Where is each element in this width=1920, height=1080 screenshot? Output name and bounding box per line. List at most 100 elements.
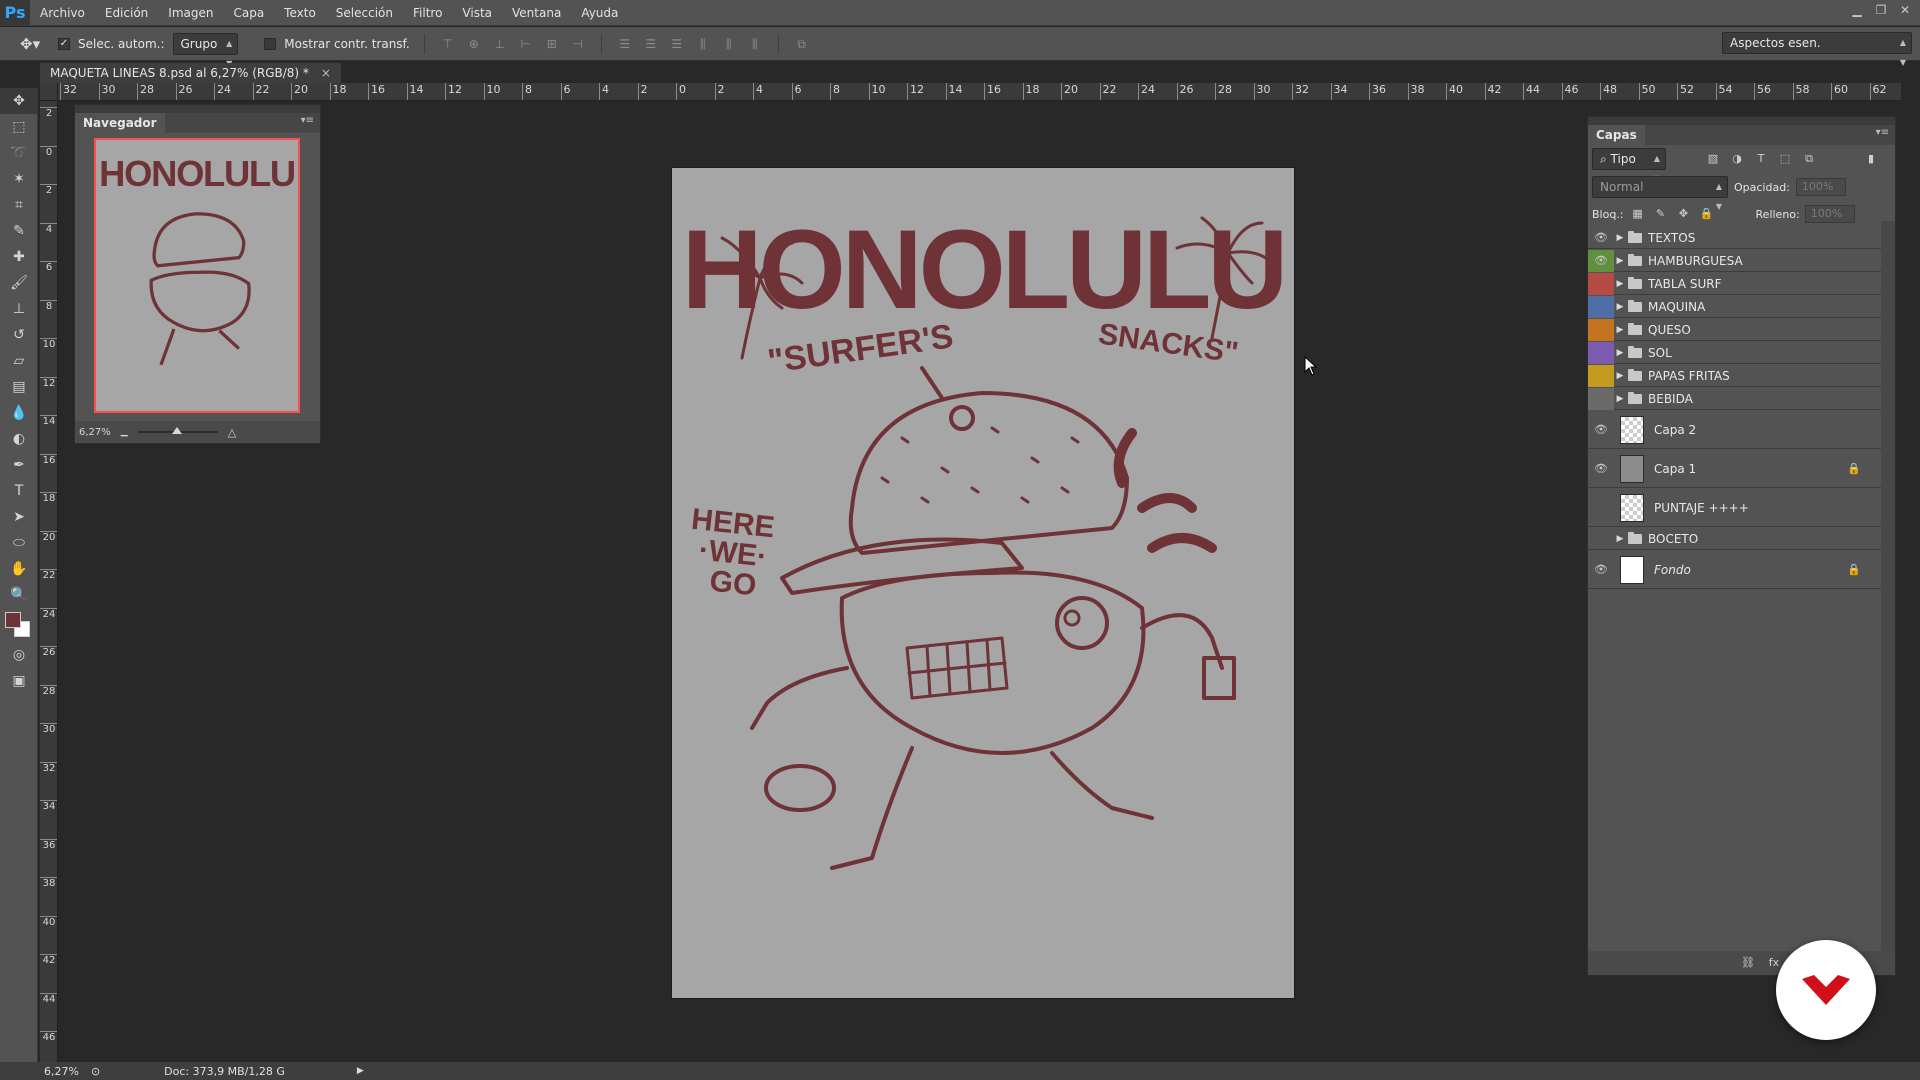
- visibility-eye-icon[interactable]: 👁: [1588, 249, 1614, 272]
- lock-all-icon[interactable]: 🔒: [1698, 206, 1716, 222]
- menu-item-vista[interactable]: Vista: [452, 0, 502, 26]
- expand-arrow-icon[interactable]: ▶: [1614, 302, 1626, 312]
- zoom-tool-icon[interactable]: 🔍: [0, 582, 38, 608]
- visibility-eye-icon[interactable]: 👁: [1588, 227, 1614, 249]
- show-transform-checkbox[interactable]: [264, 37, 277, 50]
- distribute-vcenter-icon[interactable]: ☰: [642, 36, 660, 52]
- fill-field[interactable]: 100%: [1804, 205, 1855, 223]
- visibility-eye-icon[interactable]: 👁: [1588, 411, 1614, 449]
- visibility-off-icon[interactable]: [1588, 272, 1614, 295]
- crop-tool-icon[interactable]: ⌗: [0, 192, 38, 218]
- panel-menu-icon[interactable]: ▾≡: [301, 115, 314, 126]
- filter-type-icon[interactable]: T: [1752, 151, 1770, 167]
- panel-grip[interactable]: [75, 105, 320, 113]
- layer-group-row[interactable]: ▶ BOCETO: [1588, 528, 1881, 550]
- hand-tool-icon[interactable]: ✋: [0, 556, 38, 582]
- history-brush-tool-icon[interactable]: ↺: [0, 322, 38, 348]
- document-canvas[interactable]: HONOLULU "SURFER'S SNACKS" HERE ·WE· GO: [672, 168, 1294, 998]
- filter-toggle-icon[interactable]: ▮: [1862, 151, 1880, 167]
- auto-select-target-dropdown[interactable]: Grupo ▲▼: [172, 32, 239, 68]
- dodge-tool-icon[interactable]: ◐: [0, 426, 38, 452]
- restore-icon[interactable]: ❐: [1874, 3, 1888, 17]
- layer-group-row[interactable]: 👁 ▶ HAMBURGUESA: [1588, 249, 1881, 272]
- layer-row[interactable]: PUNTAJE ++++: [1588, 489, 1881, 527]
- layer-group-row[interactable]: ▶ BEBIDA: [1588, 387, 1881, 410]
- status-menu-arrow-icon[interactable]: ▶: [357, 1066, 364, 1076]
- filter-pixel-icon[interactable]: ▧: [1704, 151, 1722, 167]
- status-zoom[interactable]: 6,27%: [44, 1065, 79, 1078]
- color-swatches[interactable]: [0, 608, 38, 642]
- distribute-bottom-icon[interactable]: ☰: [668, 36, 686, 52]
- layer-row[interactable]: 👁 Capa 1 🔒: [1588, 450, 1881, 488]
- visibility-off-icon[interactable]: [1588, 387, 1614, 410]
- menu-item-imagen[interactable]: Imagen: [158, 0, 223, 26]
- clone-stamp-tool-icon[interactable]: ⊥: [0, 296, 38, 322]
- visibility-eye-icon[interactable]: 👁: [1588, 551, 1614, 589]
- expand-arrow-icon[interactable]: ▶: [1614, 348, 1626, 358]
- move-tool-preset-icon[interactable]: ✥▾: [20, 35, 50, 53]
- marquee-tool-icon[interactable]: ⬚: [0, 114, 38, 140]
- blend-mode-dropdown[interactable]: Normal ▲ ▼: [1592, 176, 1728, 211]
- distribute-right-icon[interactable]: ⫼: [746, 36, 764, 52]
- gradient-tool-icon[interactable]: ▤: [0, 374, 38, 400]
- move-tool-icon[interactable]: ✥: [0, 88, 38, 114]
- document-tab[interactable]: MAQUETA LINEAS 8.psd al 6,27% (RGB/8) * …: [40, 63, 341, 83]
- quick-mask-icon[interactable]: ◎: [0, 642, 38, 668]
- horizontal-ruler[interactable]: 32 30 28 26 24 22 20 18 16 14 12 10 8 6 4 2 0 2 4 6 8 10 12 14 1…: [58, 83, 1901, 101]
- zoom-in-icon[interactable]: △: [228, 426, 236, 439]
- menu-item-ventana[interactable]: Ventana: [502, 0, 571, 26]
- layer-group-row[interactable]: ▶ MAQUINA: [1588, 295, 1881, 318]
- minimize-icon[interactable]: ▁: [1850, 3, 1864, 17]
- visibility-off-icon[interactable]: [1588, 318, 1614, 341]
- path-selection-tool-icon[interactable]: ➤: [0, 504, 38, 530]
- expand-arrow-icon[interactable]: ▶: [1614, 233, 1626, 243]
- expand-arrow-icon[interactable]: ▶: [1614, 325, 1626, 335]
- layer-thumbnail[interactable]: [1620, 454, 1644, 483]
- workspace-dropdown[interactable]: Aspectos esen. ▲ ▼: [1722, 32, 1912, 67]
- visibility-off-icon[interactable]: [1588, 341, 1614, 364]
- opacity-field[interactable]: 100%: [1795, 178, 1846, 196]
- align-right-icon[interactable]: ⊣: [569, 36, 587, 52]
- layer-group-row[interactable]: ▶ TABLA SURF: [1588, 272, 1881, 295]
- layer-thumbnail[interactable]: [1620, 555, 1644, 584]
- close-document-icon[interactable]: ×: [321, 63, 331, 83]
- visibility-off-icon[interactable]: [1588, 489, 1614, 527]
- panel-menu-icon[interactable]: ▾≡: [1876, 127, 1889, 138]
- menu-item-filtro[interactable]: Filtro: [403, 0, 452, 26]
- menu-item-seleccion[interactable]: Selección: [326, 0, 403, 26]
- foreground-color-swatch[interactable]: [5, 612, 21, 628]
- layer-thumbnail[interactable]: [1620, 415, 1644, 444]
- filter-adjustment-icon[interactable]: ◑: [1728, 151, 1746, 167]
- expand-arrow-icon[interactable]: ▶: [1614, 371, 1626, 381]
- tab-layers[interactable]: Capas: [1588, 125, 1645, 145]
- visibility-off-icon[interactable]: [1588, 364, 1614, 387]
- distribute-top-icon[interactable]: ☰: [616, 36, 634, 52]
- panel-grip[interactable]: [1588, 117, 1895, 125]
- visibility-off-icon[interactable]: [1588, 528, 1614, 550]
- layer-group-row[interactable]: 👁 ▶ TEXTOS: [1588, 227, 1881, 249]
- healing-brush-tool-icon[interactable]: ✚: [0, 244, 38, 270]
- filter-shape-icon[interactable]: ⬚: [1776, 151, 1794, 167]
- expand-arrow-icon[interactable]: ▶: [1614, 394, 1626, 404]
- zoom-out-icon[interactable]: ▁: [121, 427, 128, 437]
- align-bottom-icon[interactable]: ⊥: [491, 36, 509, 52]
- expand-arrow-icon[interactable]: ▶: [1614, 534, 1626, 544]
- shape-tool-icon[interactable]: ⬭: [0, 530, 38, 556]
- ruler-origin[interactable]: [40, 83, 58, 101]
- lock-position-icon[interactable]: ✥: [1675, 206, 1693, 222]
- auto-align-icon[interactable]: ⧉: [793, 36, 811, 52]
- layer-group-row[interactable]: ▶ PAPAS FRITAS: [1588, 364, 1881, 387]
- lock-pixels-icon[interactable]: ✎: [1652, 206, 1670, 222]
- align-vcenter-icon[interactable]: ⊕: [465, 36, 483, 52]
- menu-item-ayuda[interactable]: Ayuda: [571, 0, 628, 26]
- visibility-eye-icon[interactable]: 👁: [1588, 450, 1614, 488]
- blur-tool-icon[interactable]: 💧: [0, 400, 38, 426]
- type-tool-icon[interactable]: T: [0, 478, 38, 504]
- pen-tool-icon[interactable]: ✒: [0, 452, 38, 478]
- screen-mode-icon[interactable]: ▣: [0, 668, 38, 694]
- layer-row[interactable]: 👁 Fondo 🔒: [1588, 551, 1881, 589]
- align-hcenter-icon[interactable]: ⊞: [543, 36, 561, 52]
- zoom-slider-knob[interactable]: [171, 427, 182, 434]
- vertical-ruler[interactable]: 2 0 2 4 6 8 10 12 14 16 18 20 22 24 26 28 30 32 34 36 38 40 42…: [40, 101, 58, 1062]
- expand-arrow-icon[interactable]: ▶: [1614, 279, 1626, 289]
